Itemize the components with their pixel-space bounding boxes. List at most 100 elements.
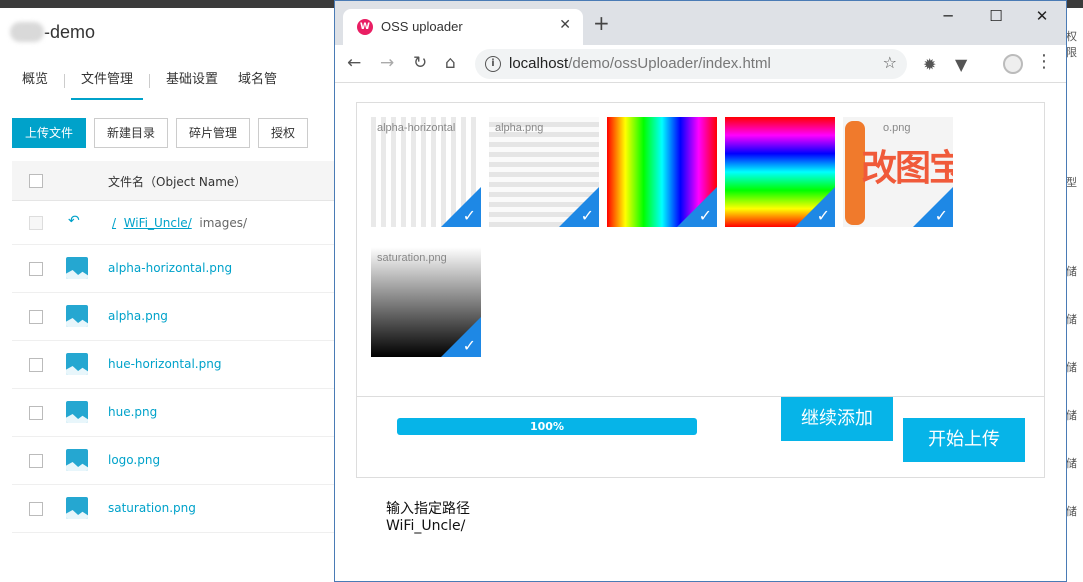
row-checkbox[interactable]: [29, 454, 43, 468]
blurred-logo: [10, 22, 44, 42]
tab-separator: [149, 74, 151, 88]
checkmark-icon: ✓: [934, 206, 948, 225]
url-path: /demo/ossUploader/index.html: [568, 55, 771, 72]
reload-icon[interactable]: ↻: [413, 53, 427, 73]
path-checkbox-disabled: [29, 216, 43, 230]
storage-cell-fragment: 储: [1066, 265, 1077, 278]
menu-kebab-icon[interactable]: ⋮: [1035, 53, 1053, 71]
file-name-link[interactable]: alpha-horizontal.png: [108, 261, 232, 275]
minimize-icon[interactable]: ─: [925, 7, 971, 25]
console-nav-tabs: 概览 文件管理 基础设置 域名管: [12, 62, 342, 100]
tab-overview[interactable]: 概览: [12, 62, 58, 100]
thumbnail-label: alpha.png: [495, 122, 544, 134]
uploader-panel: alpha-horizontal ✓ alpha.png ✓ ✓ ✓ 改图宝 o…: [356, 102, 1045, 478]
file-name-link[interactable]: saturation.png: [108, 501, 196, 515]
authorize-button[interactable]: 授权: [258, 118, 309, 148]
continue-add-button[interactable]: 继续添加: [781, 397, 893, 441]
thumbnail-saturation[interactable]: saturation.png ✓: [371, 247, 481, 357]
brand-title: -demo: [10, 22, 95, 43]
breadcrumb-folder[interactable]: WiFi_Uncle/: [124, 216, 192, 230]
tab-separator: [64, 74, 66, 88]
image-file-icon: [66, 401, 88, 423]
address-bar-row: ← → ↻ ⌂ i localhost/demo/ossUploader/ind…: [335, 45, 1066, 83]
close-tab-icon[interactable]: ✕: [559, 17, 571, 33]
path-note: 输入指定路径 WiFi_Uncle/: [386, 501, 470, 535]
upload-file-button[interactable]: 上传文件: [12, 118, 87, 148]
checkmark-icon: ✓: [698, 206, 712, 225]
checkmark-icon: ✓: [580, 206, 594, 225]
path-value: WiFi_Uncle/: [386, 518, 466, 534]
home-icon[interactable]: ⌂: [445, 53, 456, 73]
storage-cell-fragment: 储: [1066, 409, 1077, 422]
table-row: hue.png: [12, 389, 337, 437]
back-arrow-icon[interactable]: ←: [347, 53, 361, 73]
browser-tab[interactable]: W OSS uploader ✕: [343, 9, 583, 45]
thumbnail-label: alpha-horizontal: [377, 122, 456, 134]
bookmark-star-icon[interactable]: ☆: [883, 53, 897, 72]
browser-titlebar: W OSS uploader ✕ + ─ ☐ ✕: [335, 1, 1066, 45]
url-field[interactable]: i localhost/demo/ossUploader/index.html …: [475, 49, 907, 79]
row-checkbox[interactable]: [29, 262, 43, 276]
upload-queue: alpha-horizontal ✓ alpha.png ✓ ✓ ✓ 改图宝 o…: [357, 103, 1044, 397]
favicon-icon: W: [357, 19, 373, 35]
select-all-checkbox[interactable]: [29, 174, 43, 188]
file-toolbar: 上传文件 新建目录 碎片管理 授权: [12, 118, 309, 148]
tab-file-management[interactable]: 文件管理: [71, 62, 144, 100]
file-name-link[interactable]: alpha.png: [108, 309, 168, 323]
row-checkbox[interactable]: [29, 502, 43, 516]
url-host: localhost: [509, 55, 569, 72]
row-checkbox[interactable]: [29, 406, 43, 420]
profile-avatar-icon[interactable]: [1003, 54, 1023, 74]
thumbnail-logo[interactable]: 改图宝 o.png ✓: [843, 117, 953, 227]
thumbnail-hue-horizontal[interactable]: ✓: [607, 117, 717, 227]
file-name-link[interactable]: hue.png: [108, 405, 157, 419]
new-tab-icon[interactable]: +: [593, 13, 610, 33]
table-row: logo.png: [12, 437, 337, 485]
row-checkbox[interactable]: [29, 358, 43, 372]
table-row: alpha.png: [12, 293, 337, 341]
storage-cell-fragment: 储: [1066, 361, 1077, 374]
tab-basic-settings[interactable]: 基础设置: [156, 62, 228, 100]
forward-arrow-icon[interactable]: →: [380, 53, 394, 73]
fragment-management-button[interactable]: 碎片管理: [176, 118, 251, 148]
thumbnail-label: o.png: [883, 122, 911, 134]
extension-v-icon[interactable]: ▼: [955, 55, 967, 74]
thumbnail-alpha[interactable]: alpha.png ✓: [489, 117, 599, 227]
url-text: localhost/demo/ossUploader/index.html: [509, 55, 771, 72]
extension-gear-icon[interactable]: ✹: [923, 55, 936, 74]
back-icon[interactable]: ↶: [68, 213, 80, 229]
brand-text: -demo: [44, 22, 96, 42]
tab-title: OSS uploader: [381, 19, 463, 34]
table-row: saturation.png: [12, 485, 337, 533]
maximize-icon[interactable]: ☐: [973, 7, 1019, 25]
table-row: alpha-horizontal.png: [12, 245, 337, 293]
checkmark-icon: ✓: [816, 206, 830, 225]
file-table-header: 文件名（Object Name）: [12, 161, 337, 201]
breadcrumb-root[interactable]: /: [112, 216, 116, 230]
column-header-object-name: 文件名（Object Name）: [108, 175, 247, 189]
browser-window: W OSS uploader ✕ + ─ ☐ ✕ ← → ↻ ⌂ i local…: [334, 0, 1067, 582]
tab-domain-management[interactable]: 域名管: [228, 62, 287, 100]
breadcrumb: / WiFi_Uncle/ images/: [112, 216, 247, 230]
thumbnail-hue[interactable]: ✓: [725, 117, 835, 227]
image-file-icon: [66, 257, 88, 279]
checkmark-icon: ✓: [462, 206, 476, 225]
type-header-fragment: 型: [1066, 176, 1077, 189]
close-window-icon[interactable]: ✕: [1019, 7, 1065, 25]
row-checkbox[interactable]: [29, 310, 43, 324]
new-directory-button[interactable]: 新建目录: [94, 118, 169, 148]
start-upload-button[interactable]: 开始上传: [903, 418, 1025, 462]
thumbnail-alpha-horizontal[interactable]: alpha-horizontal ✓: [371, 117, 481, 227]
breadcrumb-current: images/: [199, 216, 248, 230]
table-row: hue-horizontal.png: [12, 341, 337, 389]
image-file-icon: [66, 449, 88, 471]
file-name-link[interactable]: hue-horizontal.png: [108, 357, 221, 371]
permission-header-fragment: 权限: [1066, 30, 1077, 59]
thumbnail-label: saturation.png: [377, 252, 447, 264]
path-label: 输入指定路径: [386, 501, 470, 517]
image-file-icon: [66, 497, 88, 519]
storage-cell-fragment: 储: [1066, 313, 1077, 326]
image-file-icon: [66, 305, 88, 327]
site-info-icon[interactable]: i: [485, 56, 501, 72]
file-name-link[interactable]: logo.png: [108, 453, 160, 467]
